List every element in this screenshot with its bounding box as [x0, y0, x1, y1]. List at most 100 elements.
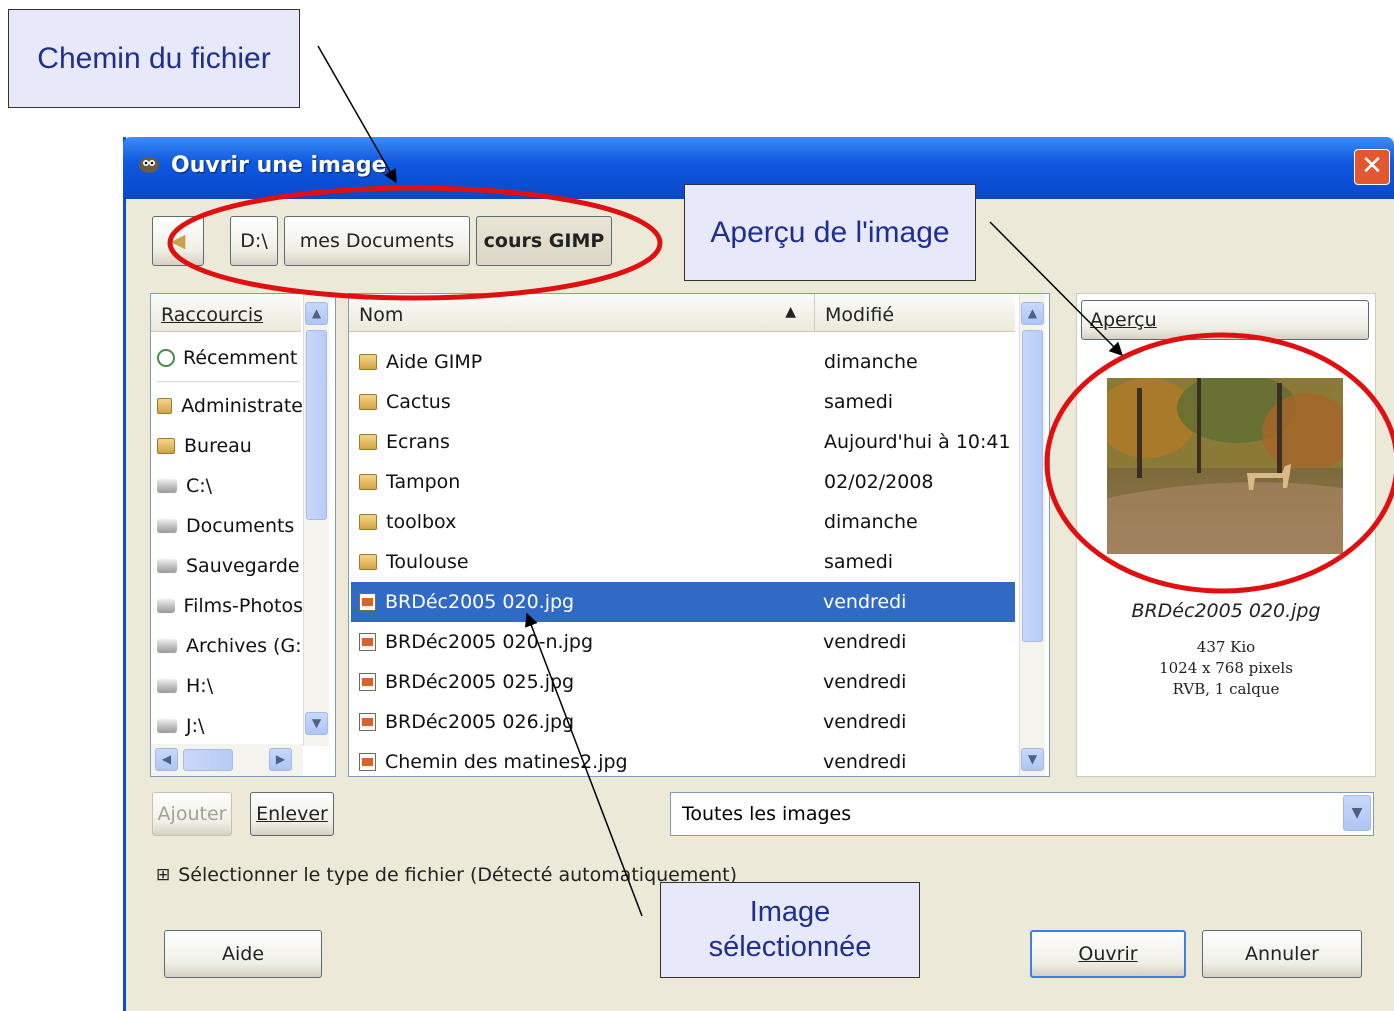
- file-row[interactable]: Chemin des matines2.jpg vendredi: [351, 742, 1015, 776]
- file-name: toolbox: [386, 511, 457, 533]
- gimp-icon: [139, 157, 159, 173]
- file-name: BRDéc2005 020.jpg: [385, 591, 575, 613]
- shortcut-item[interactable]: Documents: [157, 506, 303, 546]
- files-scrollbar[interactable]: ▲ ▼: [1019, 294, 1045, 776]
- shortcut-divider: [157, 381, 299, 382]
- shortcut-label: Bureau: [184, 435, 252, 457]
- h-scroll-thumb[interactable]: [183, 749, 233, 771]
- shortcut-label: C:\: [186, 475, 213, 497]
- files-scroll-up-button[interactable]: ▲: [1021, 302, 1044, 325]
- path-back-button[interactable]: ◀: [152, 216, 204, 266]
- close-button[interactable]: ✕: [1354, 149, 1390, 185]
- shortcut-item[interactable]: Bureau: [157, 426, 303, 466]
- file-name: Tampon: [386, 471, 461, 493]
- shortcut-label: J:\: [186, 715, 205, 737]
- files-scroll-down-button[interactable]: ▼: [1021, 748, 1044, 771]
- file-name: BRDéc2005 025.jpg: [385, 671, 575, 693]
- preview-dimensions: 1024 x 768 pixels: [1159, 659, 1293, 677]
- open-button[interactable]: Ouvrir: [1030, 930, 1186, 978]
- drive-icon: [157, 719, 177, 733]
- shortcuts-header[interactable]: Raccourcis: [151, 294, 301, 332]
- preview-info: RVB, 1 calque: [1172, 680, 1280, 698]
- shortcut-item[interactable]: Sauvegarde: [157, 546, 303, 586]
- preview-button[interactable]: Aperçu: [1081, 300, 1369, 340]
- shortcut-item[interactable]: Récemment: [157, 338, 303, 378]
- folder-icon: [157, 398, 173, 414]
- chevron-down-icon[interactable]: ▼: [1343, 795, 1371, 831]
- folder-icon: [157, 438, 175, 454]
- image-file-icon: [359, 753, 376, 771]
- folder-icon: [359, 474, 377, 490]
- shortcuts-h-scrollbar[interactable]: ◀ ▶: [151, 744, 303, 776]
- shortcut-label: Récemment: [183, 347, 298, 369]
- shortcut-label: Archives (G:: [186, 635, 302, 657]
- scroll-thumb[interactable]: [306, 330, 327, 520]
- file-modified: Aujourd'hui à 10:41: [824, 431, 1011, 453]
- scroll-up-button[interactable]: ▲: [305, 302, 328, 325]
- image-file-icon: [359, 593, 376, 611]
- file-modified: vendredi: [823, 591, 907, 613]
- path-segment-cours-gimp[interactable]: cours GIMP: [476, 216, 612, 266]
- shortcut-item[interactable]: Administrate: [157, 386, 303, 426]
- left-arrow-icon: ◀: [170, 230, 186, 252]
- close-icon: ✕: [1361, 151, 1383, 181]
- file-filter-combo[interactable]: Toutes les images ▼: [670, 792, 1374, 836]
- file-name: Ecrans: [386, 431, 450, 453]
- image-file-icon: [359, 633, 376, 651]
- cancel-button[interactable]: Annuler: [1202, 930, 1362, 978]
- add-button[interactable]: Ajouter: [152, 792, 232, 836]
- image-file-icon: [359, 673, 376, 691]
- shortcut-item[interactable]: Films-Photos: [157, 586, 303, 626]
- file-modified: samedi: [824, 551, 894, 573]
- scroll-right-button[interactable]: ▶: [269, 748, 292, 771]
- path-segment-mes-documents[interactable]: mes Documents: [284, 216, 470, 266]
- folder-icon: [359, 434, 377, 450]
- remove-button[interactable]: Enlever: [250, 792, 334, 836]
- file-name: Toulouse: [386, 551, 469, 573]
- expand-icon: ⊞: [156, 865, 171, 885]
- shortcut-label: H:\: [186, 675, 214, 697]
- shortcut-item[interactable]: J:\: [157, 706, 303, 746]
- help-button[interactable]: Aide: [164, 930, 322, 978]
- file-modified: dimanche: [824, 511, 918, 533]
- file-row[interactable]: BRDéc2005 020-n.jpg vendredi: [351, 622, 1015, 662]
- shortcut-item[interactable]: C:\: [157, 466, 303, 506]
- file-name: BRDéc2005 026.jpg: [385, 711, 575, 733]
- path-segment-drive[interactable]: D:\: [230, 216, 278, 266]
- file-modified: vendredi: [823, 671, 907, 693]
- scroll-down-button[interactable]: ▼: [305, 712, 328, 735]
- file-type-expander[interactable]: ⊞ Sélectionner le type de fichier (Détec…: [156, 864, 737, 886]
- file-row[interactable]: Ecrans Aujourd'hui à 10:41: [351, 422, 1015, 462]
- drive-icon: [157, 639, 177, 653]
- file-row[interactable]: Cactus samedi: [351, 382, 1015, 422]
- scroll-left-button[interactable]: ◀: [155, 748, 178, 771]
- window-title: Ouvrir une image: [171, 153, 387, 178]
- file-row[interactable]: BRDéc2005 026.jpg vendredi: [351, 702, 1015, 742]
- file-row-selected[interactable]: BRDéc2005 020.jpg vendredi: [351, 582, 1015, 622]
- shortcut-item[interactable]: Archives (G:: [157, 626, 303, 666]
- annotation-selected-label: Image sélectionnée: [660, 882, 920, 978]
- file-row[interactable]: Tampon 02/02/2008: [351, 462, 1015, 502]
- column-header-modified[interactable]: Modifié: [815, 294, 1015, 332]
- sort-ascending-icon: ▲: [785, 304, 796, 320]
- file-row[interactable]: toolbox dimanche: [351, 502, 1015, 542]
- drive-icon: [157, 479, 177, 493]
- shortcuts-scrollbar[interactable]: ▲ ▼: [303, 294, 329, 746]
- shortcut-label: Documents: [186, 515, 295, 537]
- preview-size: 437 Kio: [1196, 638, 1256, 656]
- drive-icon: [157, 679, 177, 693]
- column-header-name[interactable]: Nom ▲: [349, 294, 815, 332]
- shortcut-label: Films-Photos: [183, 595, 303, 617]
- shortcut-item[interactable]: H:\: [157, 666, 303, 706]
- file-row[interactable]: Aide GIMP dimanche: [351, 342, 1015, 382]
- file-row[interactable]: BRDéc2005 025.jpg vendredi: [351, 662, 1015, 702]
- file-row[interactable]: Toulouse samedi: [351, 542, 1015, 582]
- shortcut-label: Sauvegarde: [186, 555, 300, 577]
- file-filter-value: Toutes les images: [682, 803, 852, 825]
- file-modified: vendredi: [823, 631, 907, 653]
- recent-icon: [157, 349, 175, 367]
- annotation-preview-label: Aperçu de l'image: [684, 184, 976, 281]
- shortcut-label: Administrate: [181, 395, 303, 417]
- file-modified: samedi: [824, 391, 894, 413]
- files-scroll-thumb[interactable]: [1022, 330, 1043, 642]
